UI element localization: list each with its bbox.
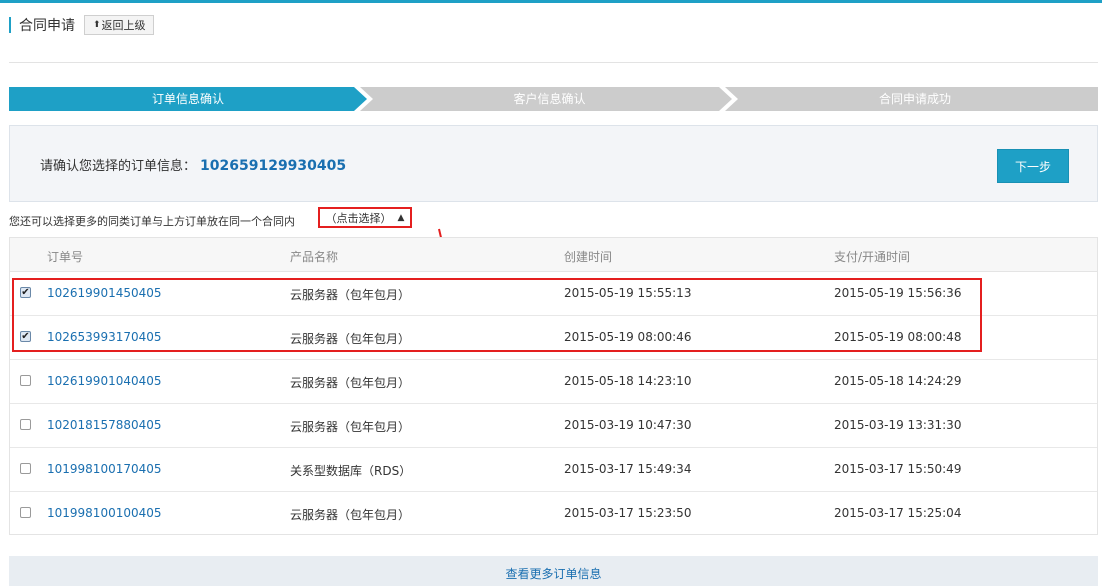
- row-checkbox[interactable]: [20, 419, 31, 430]
- confirm-prompt: 请确认您选择的订单信息：: [40, 159, 197, 174]
- page-title: 合同申请: [19, 18, 75, 34]
- step-progress: 订单信息确认 客户信息确认 合同申请成功: [9, 87, 1098, 111]
- back-button-label: 返回上级: [101, 19, 146, 32]
- order-id-link[interactable]: 102619901450405: [47, 286, 162, 300]
- order-id-link[interactable]: 101998100100405: [47, 506, 162, 520]
- confirm-order-id: 102659129930405: [200, 158, 347, 174]
- row-checkbox[interactable]: ✔: [20, 287, 31, 298]
- col-product: 产品名称: [290, 250, 339, 264]
- arrow-up-icon: ⬆: [93, 20, 101, 30]
- paid-time: 2015-03-19 13:31:30: [834, 418, 962, 432]
- page-header: 合同申请 ⬆ 返回上级: [9, 14, 154, 36]
- order-id-link[interactable]: 102619901040405: [47, 374, 162, 388]
- row-checkbox[interactable]: [20, 375, 31, 386]
- paid-time: 2015-03-17 15:50:49: [834, 462, 962, 476]
- step-3-label: 合同申请成功: [878, 92, 951, 106]
- more-orders-hint: 您还可以选择更多的同类订单与上方订单放在同一个合同内: [9, 215, 295, 228]
- caret-up-icon: ▲: [397, 212, 405, 223]
- order-id-link[interactable]: 102018157880405: [47, 418, 162, 432]
- next-step-button[interactable]: 下一步: [997, 149, 1069, 183]
- paid-time: 2015-05-19 08:00:48: [834, 330, 962, 344]
- paid-time: 2015-05-19 15:56:36: [834, 286, 962, 300]
- row-checkbox[interactable]: ✔: [20, 331, 31, 342]
- step-1-label: 订单信息确认: [151, 92, 224, 106]
- select-toggle-label: （点击选择）: [325, 211, 392, 225]
- created-time: 2015-05-18 14:23:10: [564, 374, 692, 388]
- col-paid: 支付/开通时间: [834, 250, 911, 264]
- created-time: 2015-03-17 15:49:34: [564, 462, 692, 476]
- created-time: 2015-03-17 15:23:50: [564, 506, 692, 520]
- order-id-link[interactable]: 101998100170405: [47, 462, 162, 476]
- col-order-id: 订单号: [47, 250, 84, 264]
- table-row: 101998100100405 云服务器（包年包月） 2015-03-17 15:2…: [10, 492, 1097, 536]
- orders-table: 订单号 产品名称 创建时间 支付/开通时间 ✔ 102619901450405 云服…: [9, 237, 1098, 535]
- order-id-link[interactable]: 102653993170405: [47, 330, 162, 344]
- paid-time: 2015-03-17 15:25:04: [834, 506, 962, 520]
- title-marker: [9, 17, 11, 33]
- created-time: 2015-03-19 10:47:30: [564, 418, 692, 432]
- back-button[interactable]: ⬆ 返回上级: [84, 15, 154, 35]
- product-name: 关系型数据库（RDS）: [290, 464, 412, 478]
- table-row: 101998100170405 关系型数据库（RDS） 2015-03-17 15:…: [10, 448, 1097, 492]
- top-accent-bar: [0, 0, 1102, 3]
- created-time: 2015-05-19 08:00:46: [564, 330, 692, 344]
- product-name: 云服务器（包年包月）: [290, 376, 411, 390]
- row-checkbox[interactable]: [20, 463, 31, 474]
- step-2-label: 客户信息确认: [513, 92, 586, 106]
- product-name: 云服务器（包年包月）: [290, 508, 411, 522]
- confirm-line: 请确认您选择的订单信息： 102659129930405: [40, 155, 346, 174]
- table-row: ✔ 102653993170405 云服务器（包年包月） 2015-05-19 08:…: [10, 316, 1097, 360]
- table-header: 订单号 产品名称 创建时间 支付/开通时间: [10, 238, 1097, 272]
- table-row: 102619901040405 云服务器（包年包月） 2015-05-18 14:2…: [10, 360, 1097, 404]
- product-name: 云服务器（包年包月）: [290, 420, 411, 434]
- created-time: 2015-05-19 15:55:13: [564, 286, 692, 300]
- table-row: 102018157880405 云服务器（包年包月） 2015-03-19 10:4…: [10, 404, 1097, 448]
- table-row: ✔ 102619901450405 云服务器（包年包月） 2015-05-19 15:…: [10, 272, 1097, 316]
- header-divider: [9, 62, 1098, 63]
- product-name: 云服务器（包年包月）: [290, 332, 411, 346]
- order-confirm-panel: 请确认您选择的订单信息： 102659129930405 下一步: [9, 125, 1098, 202]
- row-checkbox[interactable]: [20, 507, 31, 518]
- product-name: 云服务器（包年包月）: [290, 288, 411, 302]
- select-more-toggle[interactable]: （点击选择） ▲: [318, 207, 412, 228]
- col-created: 创建时间: [564, 250, 613, 264]
- paid-time: 2015-05-18 14:24:29: [834, 374, 962, 388]
